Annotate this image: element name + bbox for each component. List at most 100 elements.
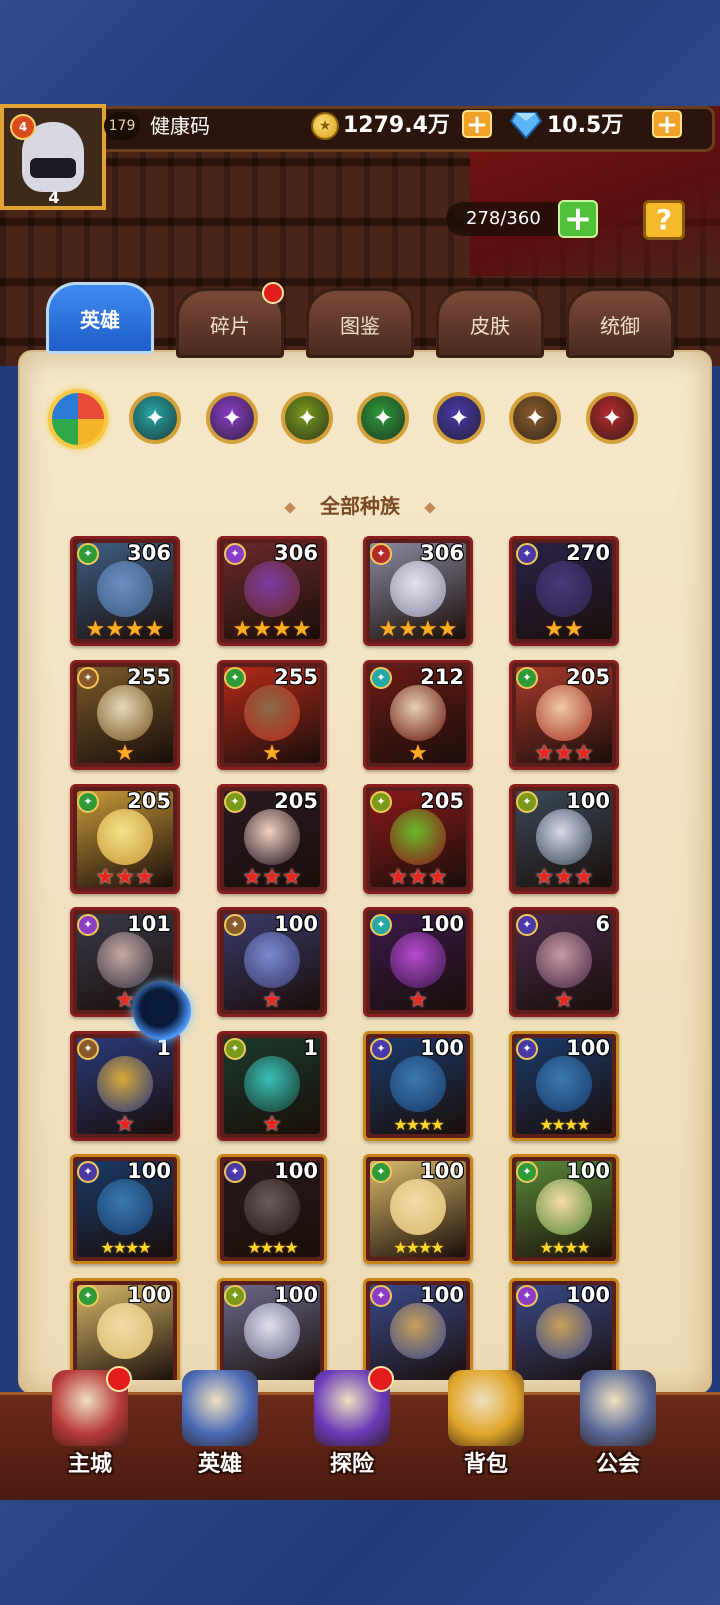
backpack-icon xyxy=(448,1370,524,1446)
race-icon: ✦ xyxy=(516,1285,538,1307)
hero-face xyxy=(536,1303,592,1359)
race-icon: ✦ xyxy=(77,667,99,689)
hero-level: 306 xyxy=(420,541,464,565)
hero-face xyxy=(390,809,446,865)
floating-assistant-bubble[interactable] xyxy=(133,982,191,1040)
hero-level: 212 xyxy=(420,665,464,689)
race-icon: ✦ xyxy=(77,914,99,936)
hero-star-rating: ★ xyxy=(262,741,282,766)
hero-card[interactable]: ✦ 205 ★★★ xyxy=(363,784,473,894)
nav-label: 背包 xyxy=(463,1452,508,1477)
hero-star-rating: ★★★★ xyxy=(378,617,458,642)
nav-label: 英雄 xyxy=(197,1452,242,1477)
hero-face xyxy=(244,685,300,741)
hero-card[interactable]: ✦ 306 ★★★★ xyxy=(70,536,180,646)
hero-face xyxy=(536,1056,592,1112)
race-icon: ✦ xyxy=(224,1285,246,1307)
hero-face xyxy=(390,685,446,741)
hero-card[interactable]: ✦ 100 ★★★★ xyxy=(509,1031,619,1141)
hero-card[interactable]: ✦ 100 ★ xyxy=(217,907,327,1017)
nav-hero-portrait[interactable]: 英雄 xyxy=(160,1360,280,1492)
hero-card[interactable]: ✦ 205 ★★★ xyxy=(70,784,180,894)
hero-face xyxy=(97,1303,153,1359)
race-icon: ✦ xyxy=(224,1161,246,1183)
hero-star-rating: ★ xyxy=(408,741,428,766)
hero-level: 306 xyxy=(274,541,318,565)
hero-card[interactable]: ✦ 255 ★ xyxy=(70,660,180,770)
hero-card[interactable]: ✦ 1 ★ xyxy=(70,1031,180,1141)
hero-face xyxy=(390,932,446,988)
race-icon: ✦ xyxy=(370,791,392,813)
race-icon: ✦ xyxy=(370,1038,392,1060)
hero-card[interactable]: ✦ 205 ★★★ xyxy=(217,784,327,894)
hero-card[interactable]: ✦ 306 ★★★★ xyxy=(363,536,473,646)
hero-level: 100 xyxy=(566,1036,610,1060)
hero-level: 100 xyxy=(274,1159,318,1183)
hero-star-rating: ★★★★ xyxy=(393,1115,444,1134)
race-icon: ✦ xyxy=(370,1161,392,1183)
hero-level: 100 xyxy=(420,1036,464,1060)
nav-backpack[interactable]: 背包 xyxy=(426,1360,546,1492)
race-icon: ✦ xyxy=(370,543,392,565)
race-icon: ✦ xyxy=(77,1161,99,1183)
hero-card[interactable]: ✦ 6 ★ xyxy=(509,907,619,1017)
hero-star-rating: ★★ xyxy=(544,617,584,642)
hero-star-rating: ★★★ xyxy=(242,865,302,890)
hero-card[interactable]: ✦ 255 ★ xyxy=(217,660,327,770)
hero-face xyxy=(97,685,153,741)
hero-level: 306 xyxy=(127,541,171,565)
hero-card[interactable]: ✦ 205 ★★★ xyxy=(509,660,619,770)
hero-card[interactable]: ✦ 212 ★ xyxy=(363,660,473,770)
hero-level: 255 xyxy=(127,665,171,689)
hero-card[interactable]: ✦ 306 ★★★★ xyxy=(217,536,327,646)
hero-face xyxy=(390,561,446,617)
hero-star-rating: ★ xyxy=(554,988,574,1013)
hero-face xyxy=(536,1179,592,1235)
nav-portal[interactable]: 探险 xyxy=(292,1360,412,1492)
hero-star-rating: ★ xyxy=(115,741,135,766)
hero-face xyxy=(536,809,592,865)
hero-card[interactable]: ✦ 100 ★★★★ xyxy=(217,1154,327,1264)
hero-star-rating: ★★★★ xyxy=(247,1238,298,1257)
hero-level: 100 xyxy=(420,1159,464,1183)
race-icon: ✦ xyxy=(516,543,538,565)
hero-face xyxy=(97,1179,153,1235)
hero-star-rating: ★ xyxy=(115,1112,135,1137)
race-icon: ✦ xyxy=(516,791,538,813)
guild-tower-icon xyxy=(580,1370,656,1446)
hero-level: 205 xyxy=(127,789,171,813)
hero-level: 100 xyxy=(274,1283,318,1307)
hero-level: 100 xyxy=(127,1283,171,1307)
hero-card[interactable]: ✦ 100 ★★★★ xyxy=(363,1031,473,1141)
hero-level: 100 xyxy=(420,1283,464,1307)
race-icon: ✦ xyxy=(516,1038,538,1060)
notification-dot xyxy=(106,1366,132,1392)
hero-grid: ✦ 306 ★★★★ ✦ 306 ★★★★ ✦ 306 ★★★★ ✦ 270 ★★ ✦ 255 ★ ✦ 255 ★… xyxy=(0,0,720,1380)
hero-face xyxy=(244,932,300,988)
hero-level: 100 xyxy=(420,912,464,936)
hero-star-rating: ★ xyxy=(408,988,428,1013)
hero-star-rating: ★★★★ xyxy=(100,1238,151,1257)
hero-star-rating: ★★★★ xyxy=(232,617,312,642)
hero-face xyxy=(244,1179,300,1235)
nav-guild-tower[interactable]: 公会 xyxy=(558,1360,678,1492)
hero-star-rating: ★★★★ xyxy=(85,617,165,642)
hero-face xyxy=(390,1303,446,1359)
hero-card[interactable]: ✦ 1 ★ xyxy=(217,1031,327,1141)
hero-card[interactable]: ✦ 100 ★★★★ xyxy=(363,1154,473,1264)
hero-card[interactable]: ✦ 100 ★ xyxy=(363,907,473,1017)
race-icon: ✦ xyxy=(224,914,246,936)
hero-card[interactable]: ✦ 100 ★★★★ xyxy=(509,1154,619,1264)
hero-card[interactable]: ✦ 270 ★★ xyxy=(509,536,619,646)
hero-level: 100 xyxy=(566,1283,610,1307)
hero-level: 100 xyxy=(127,1159,171,1183)
hero-face xyxy=(97,561,153,617)
hero-portrait-icon xyxy=(182,1370,258,1446)
nav-castle[interactable]: 主城 xyxy=(30,1360,150,1492)
race-icon: ✦ xyxy=(516,1161,538,1183)
hero-card[interactable]: ✦ 100 ★★★★ xyxy=(70,1154,180,1264)
race-icon: ✦ xyxy=(370,1285,392,1307)
hero-face xyxy=(97,932,153,988)
nav-label: 公会 xyxy=(595,1452,640,1477)
hero-card[interactable]: ✦ 100 ★★★ xyxy=(509,784,619,894)
